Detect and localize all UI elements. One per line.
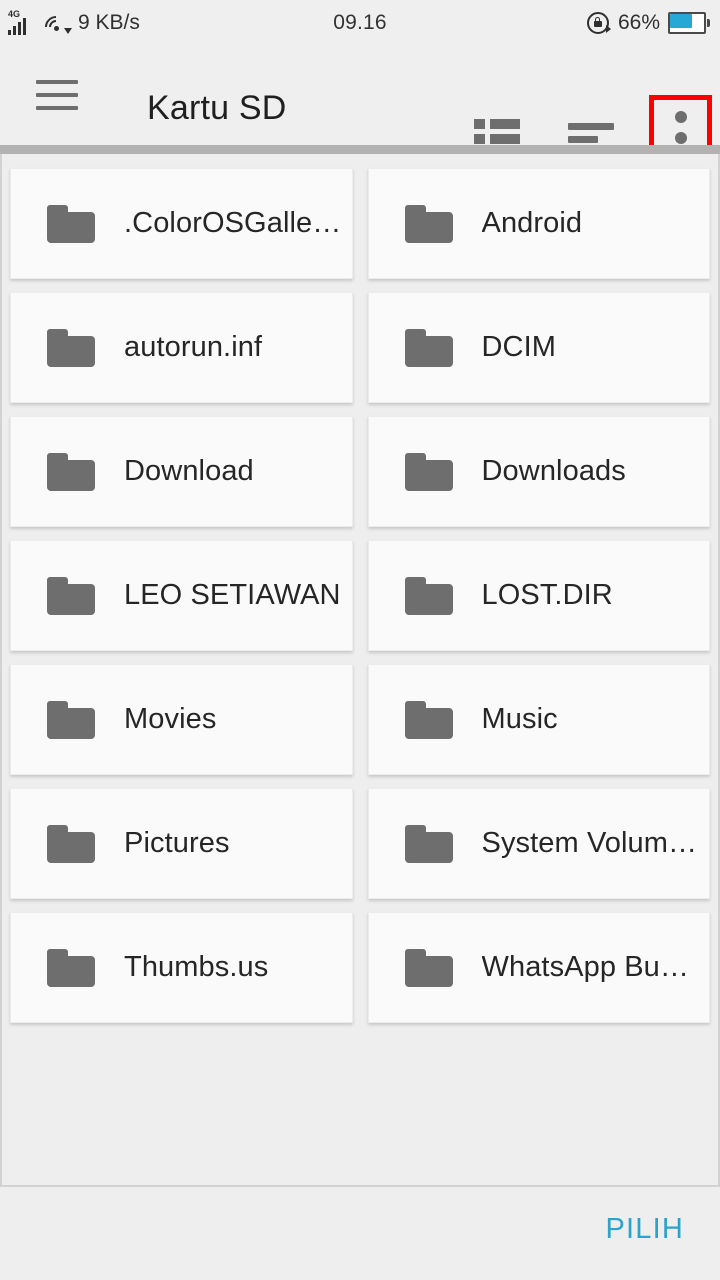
file-label: LEO SETIAWAN xyxy=(124,579,341,611)
phone-screen: 4G 9 KB/s 09.16 66% Kartu SD .ColorOSGal… xyxy=(0,0,720,1280)
file-card[interactable]: Thumbs.us xyxy=(10,912,353,1023)
hamburger-menu-icon[interactable] xyxy=(36,76,78,114)
rotation-lock-icon xyxy=(586,11,611,35)
file-label: Pictures xyxy=(124,827,230,859)
file-card[interactable]: Downloads xyxy=(367,416,710,527)
folder-icon xyxy=(404,824,453,863)
file-label: LOST.DIR xyxy=(481,579,613,611)
content-divider-strip xyxy=(0,145,720,154)
folder-icon xyxy=(404,328,453,367)
file-card[interactable]: Pictures xyxy=(10,788,353,899)
file-grid: .ColorOSGalle… Android autorun.inf DCIM Down… xyxy=(10,168,710,1023)
file-label: .ColorOSGalle… xyxy=(124,207,342,239)
folder-icon xyxy=(47,328,95,367)
file-label: WhatsApp Bu… xyxy=(481,951,690,983)
file-label: Android xyxy=(481,207,583,239)
status-bar: 4G 9 KB/s 09.16 66% xyxy=(0,0,720,45)
folder-icon xyxy=(47,700,95,739)
battery-icon xyxy=(668,11,710,34)
file-card[interactable]: LEO SETIAWAN xyxy=(10,540,353,651)
file-label: DCIM xyxy=(481,331,557,363)
file-label: autorun.inf xyxy=(124,331,263,363)
file-label: Music xyxy=(481,703,558,735)
folder-icon xyxy=(47,204,95,243)
file-card[interactable]: LOST.DIR xyxy=(367,540,710,651)
bottom-bar: PILIH xyxy=(0,1187,720,1280)
app-bar: Kartu SD xyxy=(0,45,720,181)
folder-icon xyxy=(47,576,95,615)
file-browser-content: .ColorOSGalle… Android autorun.inf DCIM Down… xyxy=(0,154,720,1187)
file-card[interactable]: autorun.inf xyxy=(10,292,353,403)
file-card[interactable]: .ColorOSGalle… xyxy=(10,168,353,279)
file-card[interactable]: Movies xyxy=(10,664,353,775)
file-card[interactable]: Android xyxy=(367,168,710,279)
folder-icon xyxy=(47,824,95,863)
file-label: Movies xyxy=(124,703,217,735)
file-card[interactable]: DCIM xyxy=(367,292,710,403)
folder-icon xyxy=(404,204,453,243)
file-label: Download xyxy=(124,455,254,487)
folder-icon xyxy=(47,452,95,491)
page-title: Kartu SD xyxy=(147,89,287,127)
file-card[interactable]: WhatsApp Bu… xyxy=(367,912,710,1023)
status-bar-right: 66% xyxy=(586,11,710,35)
folder-icon xyxy=(47,948,95,987)
folder-icon xyxy=(404,452,453,491)
battery-percent-label: 66% xyxy=(617,10,660,34)
folder-icon xyxy=(404,576,453,615)
select-button[interactable]: PILIH xyxy=(591,1203,698,1256)
file-label: System Volum… xyxy=(481,827,698,859)
file-label: Thumbs.us xyxy=(124,951,269,983)
file-card[interactable]: Music xyxy=(367,664,710,775)
folder-icon xyxy=(404,948,453,987)
file-label: Downloads xyxy=(481,455,626,487)
file-card[interactable]: System Volum… xyxy=(367,788,710,899)
file-card[interactable]: Download xyxy=(10,416,353,527)
folder-icon xyxy=(404,700,453,739)
